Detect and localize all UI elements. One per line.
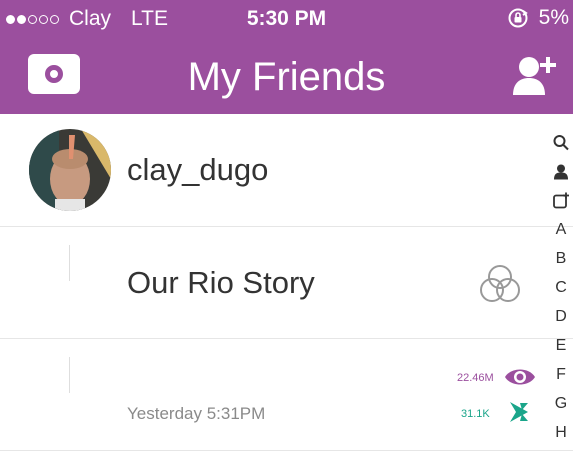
story-timestamp: Yesterday 5:31PM bbox=[127, 404, 266, 423]
add-story-icon[interactable] bbox=[552, 186, 570, 215]
avatar-photo bbox=[29, 129, 111, 211]
person-icon[interactable] bbox=[553, 157, 569, 186]
avatar bbox=[29, 129, 111, 211]
index-letter-f[interactable]: F bbox=[556, 360, 566, 389]
screenshot-icon bbox=[510, 402, 528, 422]
index-letter-d[interactable]: D bbox=[555, 302, 567, 331]
nav-bar: My Friends bbox=[0, 38, 573, 114]
eye-icon bbox=[505, 369, 535, 385]
rotation-lock-icon bbox=[508, 8, 528, 28]
index-letter-g[interactable]: G bbox=[555, 389, 567, 418]
list-item[interactable]: clay_dugo bbox=[0, 114, 573, 227]
status-right: 5% bbox=[507, 6, 569, 30]
index-letter-e[interactable]: E bbox=[556, 331, 567, 360]
search-icon[interactable] bbox=[553, 128, 569, 157]
index-letter-h[interactable]: H bbox=[555, 418, 567, 447]
app-header: Clay LTE 5:30 PM 5% My Friends bbox=[0, 0, 573, 114]
status-bar: Clay LTE 5:30 PM 5% bbox=[0, 0, 573, 38]
list-item[interactable]: Yesterday 5:31PM 22.46M 31.1K bbox=[0, 339, 573, 451]
add-friend-icon[interactable] bbox=[511, 53, 561, 97]
divider bbox=[69, 357, 70, 393]
friend-username: clay_dugo bbox=[127, 152, 269, 187]
index-letter-a[interactable]: A bbox=[556, 215, 567, 244]
index-letter-b[interactable]: B bbox=[556, 244, 567, 273]
list-item[interactable]: Our Rio Story bbox=[0, 227, 573, 339]
views-count: 22.46M bbox=[457, 372, 494, 384]
battery-percent: 5% bbox=[538, 6, 569, 29]
friends-list: clay_dugo Our Rio Story Yesterday 5:31PM… bbox=[0, 114, 573, 459]
divider bbox=[69, 245, 70, 281]
page-title: My Friends bbox=[187, 55, 386, 99]
status-time: 5:30 PM bbox=[246, 7, 327, 30]
index-letter-c[interactable]: C bbox=[555, 273, 567, 302]
story-title: Our Rio Story bbox=[127, 265, 315, 300]
story-rings-icon[interactable] bbox=[478, 263, 522, 305]
alphabet-index[interactable]: A B C D E F G H bbox=[549, 128, 573, 447]
screenshots-count: 31.1K bbox=[461, 408, 490, 420]
